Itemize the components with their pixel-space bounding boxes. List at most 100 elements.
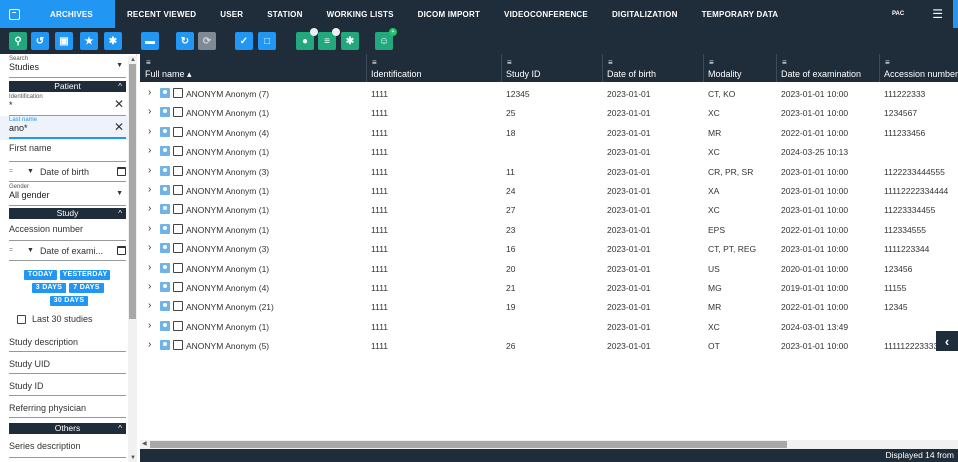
tab-recent-viewed[interactable]: RECENT VIEWED bbox=[115, 0, 208, 28]
scrollbar-thumb[interactable] bbox=[129, 64, 136, 319]
check-all-icon[interactable]: ✓ bbox=[235, 32, 253, 50]
tab-dicom-import[interactable]: DICOM IMPORT bbox=[406, 0, 492, 28]
column-date-of-birth[interactable]: ≡ Date of birth bbox=[602, 54, 703, 82]
chevron-right-icon[interactable]: › bbox=[148, 203, 151, 214]
table-row[interactable]: › ANONYM Anonym (1) 1111 25 2023-01-01 XC 2023… bbox=[140, 103, 958, 122]
table-row[interactable]: › ANONYM Anonym (1) 1111 2023-01-01 XC 2024-0… bbox=[140, 317, 958, 336]
column-identification[interactable]: ≡ Identification bbox=[366, 54, 501, 82]
sync-icon[interactable]: ⟳ bbox=[198, 32, 216, 50]
chevron-right-icon[interactable]: › bbox=[148, 87, 151, 98]
table-row[interactable]: › ANONYM Anonym (7) 1111 12345 2023-01-01 CT,… bbox=[140, 84, 958, 103]
chevron-left-icon[interactable]: ‹ bbox=[936, 331, 958, 351]
column-date-of-examination[interactable]: ≡ Date of examination bbox=[776, 54, 879, 82]
chevron-right-icon[interactable]: › bbox=[148, 165, 151, 176]
clear-icon[interactable]: ✕ bbox=[114, 120, 124, 134]
search-type-select[interactable]: Search Studies ▼ bbox=[9, 56, 126, 78]
filter-icon[interactable]: ≡ bbox=[146, 58, 151, 67]
row-checkbox[interactable] bbox=[173, 185, 183, 195]
7-days-button[interactable]: 7 DAYS bbox=[69, 283, 104, 293]
others-section-header[interactable]: Others ^ bbox=[9, 423, 126, 434]
patient-section-header[interactable]: Patient ^ bbox=[9, 81, 126, 92]
dob-field[interactable]: = ▼ Date of birth bbox=[9, 162, 126, 182]
row-checkbox[interactable] bbox=[173, 126, 183, 137]
chevron-right-icon[interactable]: › bbox=[148, 320, 151, 331]
row-checkbox[interactable] bbox=[173, 301, 183, 312]
row-checkbox[interactable] bbox=[173, 340, 183, 351]
chevron-right-icon[interactable]: › bbox=[148, 300, 151, 311]
study-uid-field[interactable]: Study UID bbox=[9, 352, 126, 374]
3-days-button[interactable]: 3 DAYS bbox=[32, 283, 66, 293]
add-user-icon[interactable]: ☺ + bbox=[375, 28, 397, 50]
row-checkbox[interactable] bbox=[173, 320, 183, 331]
tab-temporary-data[interactable]: TEMPORARY DATA bbox=[690, 0, 791, 28]
calendar-icon[interactable] bbox=[117, 167, 126, 176]
last-name-field[interactable]: Last name ano* ✕ bbox=[9, 117, 126, 139]
gender-select[interactable]: Gender All gender ▼ bbox=[9, 184, 126, 206]
chevron-down-icon[interactable]: ▼ bbox=[27, 168, 34, 175]
filter-icon[interactable]: ≡ bbox=[507, 58, 512, 67]
series-description-field[interactable]: Series description bbox=[9, 436, 126, 458]
scrollbar-thumb[interactable] bbox=[150, 441, 787, 448]
filter-icon[interactable]: ≡ bbox=[318, 28, 340, 50]
user-badge[interactable]: PAC bbox=[892, 11, 904, 17]
chevron-right-icon[interactable]: › bbox=[148, 281, 151, 292]
tab-archives[interactable]: ARCHIVES bbox=[28, 0, 115, 28]
exam-date-operator[interactable]: = bbox=[9, 247, 27, 254]
table-row[interactable]: › ANONYM Anonym (4) 1111 18 2023-01-01 MR 2022… bbox=[140, 123, 958, 142]
filter-icon[interactable]: ≡ bbox=[372, 58, 377, 67]
table-row[interactable]: › ANONYM Anonym (5) 1111 26 2023-01-01 OT 2023… bbox=[140, 336, 958, 355]
row-checkbox[interactable] bbox=[173, 107, 183, 118]
history-icon[interactable]: ↺ bbox=[31, 32, 49, 50]
refresh-icon[interactable]: ↻ bbox=[176, 32, 194, 50]
tab-user[interactable]: USER bbox=[208, 0, 255, 28]
row-checkbox[interactable] bbox=[173, 223, 183, 234]
30-days-button[interactable]: 30 DAYS bbox=[50, 296, 88, 306]
row-checkbox[interactable] bbox=[173, 146, 183, 157]
table-row[interactable]: › ANONYM Anonym (1) 1111 23 2023-01-01 EPS 202… bbox=[140, 220, 958, 239]
chevron-right-icon[interactable]: › bbox=[148, 106, 151, 117]
home-icon[interactable] bbox=[0, 0, 28, 28]
column-modality[interactable]: ≡ Modality bbox=[703, 54, 776, 82]
star-icon[interactable]: ★ bbox=[80, 32, 98, 50]
video-icon[interactable]: ● bbox=[296, 28, 318, 50]
clear-icon[interactable]: ✕ bbox=[114, 97, 124, 111]
filter-icon[interactable]: ≡ bbox=[885, 58, 890, 67]
chevron-right-icon[interactable]: › bbox=[148, 242, 151, 253]
chevron-right-icon[interactable]: › bbox=[148, 339, 151, 350]
identification-field[interactable]: Identification * ✕ bbox=[9, 94, 126, 116]
scroll-up-icon[interactable]: ▲ bbox=[130, 57, 136, 63]
filter-icon[interactable]: ≡ bbox=[709, 58, 714, 67]
tab-working-lists[interactable]: WORKING LISTS bbox=[315, 0, 406, 28]
row-checkbox[interactable] bbox=[173, 165, 183, 176]
chevron-down-icon[interactable]: ▼ bbox=[27, 247, 34, 254]
yesterday-button[interactable]: YESTERDAY bbox=[60, 270, 110, 280]
tab-station[interactable]: STATION bbox=[255, 0, 314, 28]
exam-date-field[interactable]: = ▼ Date of exami... bbox=[9, 241, 126, 261]
row-checkbox[interactable] bbox=[173, 282, 183, 292]
study-description-field[interactable]: Study description bbox=[9, 330, 126, 352]
settings-icon[interactable]: ✱ bbox=[104, 32, 122, 50]
row-checkbox[interactable] bbox=[173, 243, 183, 254]
horizontal-scrollbar[interactable]: ◀ bbox=[140, 440, 958, 449]
calendar-icon[interactable] bbox=[117, 246, 126, 255]
table-row[interactable]: › ANONYM Anonym (3) 1111 16 2023-01-01 CT, PT… bbox=[140, 239, 958, 258]
column-accession-number[interactable]: ≡ Accession number bbox=[879, 54, 958, 82]
accession-field[interactable]: Accession number bbox=[9, 221, 126, 241]
chevron-right-icon[interactable]: › bbox=[148, 262, 151, 273]
first-name-field[interactable]: First name bbox=[9, 140, 126, 162]
scroll-left-icon[interactable]: ◀ bbox=[142, 440, 147, 447]
table-row[interactable]: › ANONYM Anonym (1) 1111 20 2023-01-01 US 2020… bbox=[140, 259, 958, 278]
referring-physician-field[interactable]: Referring physician bbox=[9, 396, 126, 418]
menu-icon[interactable]: ☰ bbox=[932, 7, 943, 21]
tab-videoconference[interactable]: VIDEOCONFERENCE bbox=[492, 0, 600, 28]
filter-icon[interactable]: ≡ bbox=[608, 58, 613, 67]
study-id-field[interactable]: Study ID bbox=[9, 374, 126, 396]
table-row[interactable]: › ANONYM Anonym (4) 1111 21 2023-01-01 MG 2019… bbox=[140, 278, 958, 297]
today-button[interactable]: TODAY bbox=[24, 270, 57, 280]
table-row[interactable]: › ANONYM Anonym (1) 1111 2023-01-01 XC 2024-0… bbox=[140, 142, 958, 161]
table-row[interactable]: › ANONYM Anonym (1) 1111 24 2023-01-01 XA 2023… bbox=[140, 181, 958, 200]
study-section-header[interactable]: Study ^ bbox=[9, 208, 126, 219]
filter-icon[interactable]: ≡ bbox=[782, 58, 787, 67]
search-icon[interactable]: ⚲ bbox=[9, 32, 27, 50]
dob-operator[interactable]: = bbox=[9, 168, 27, 175]
